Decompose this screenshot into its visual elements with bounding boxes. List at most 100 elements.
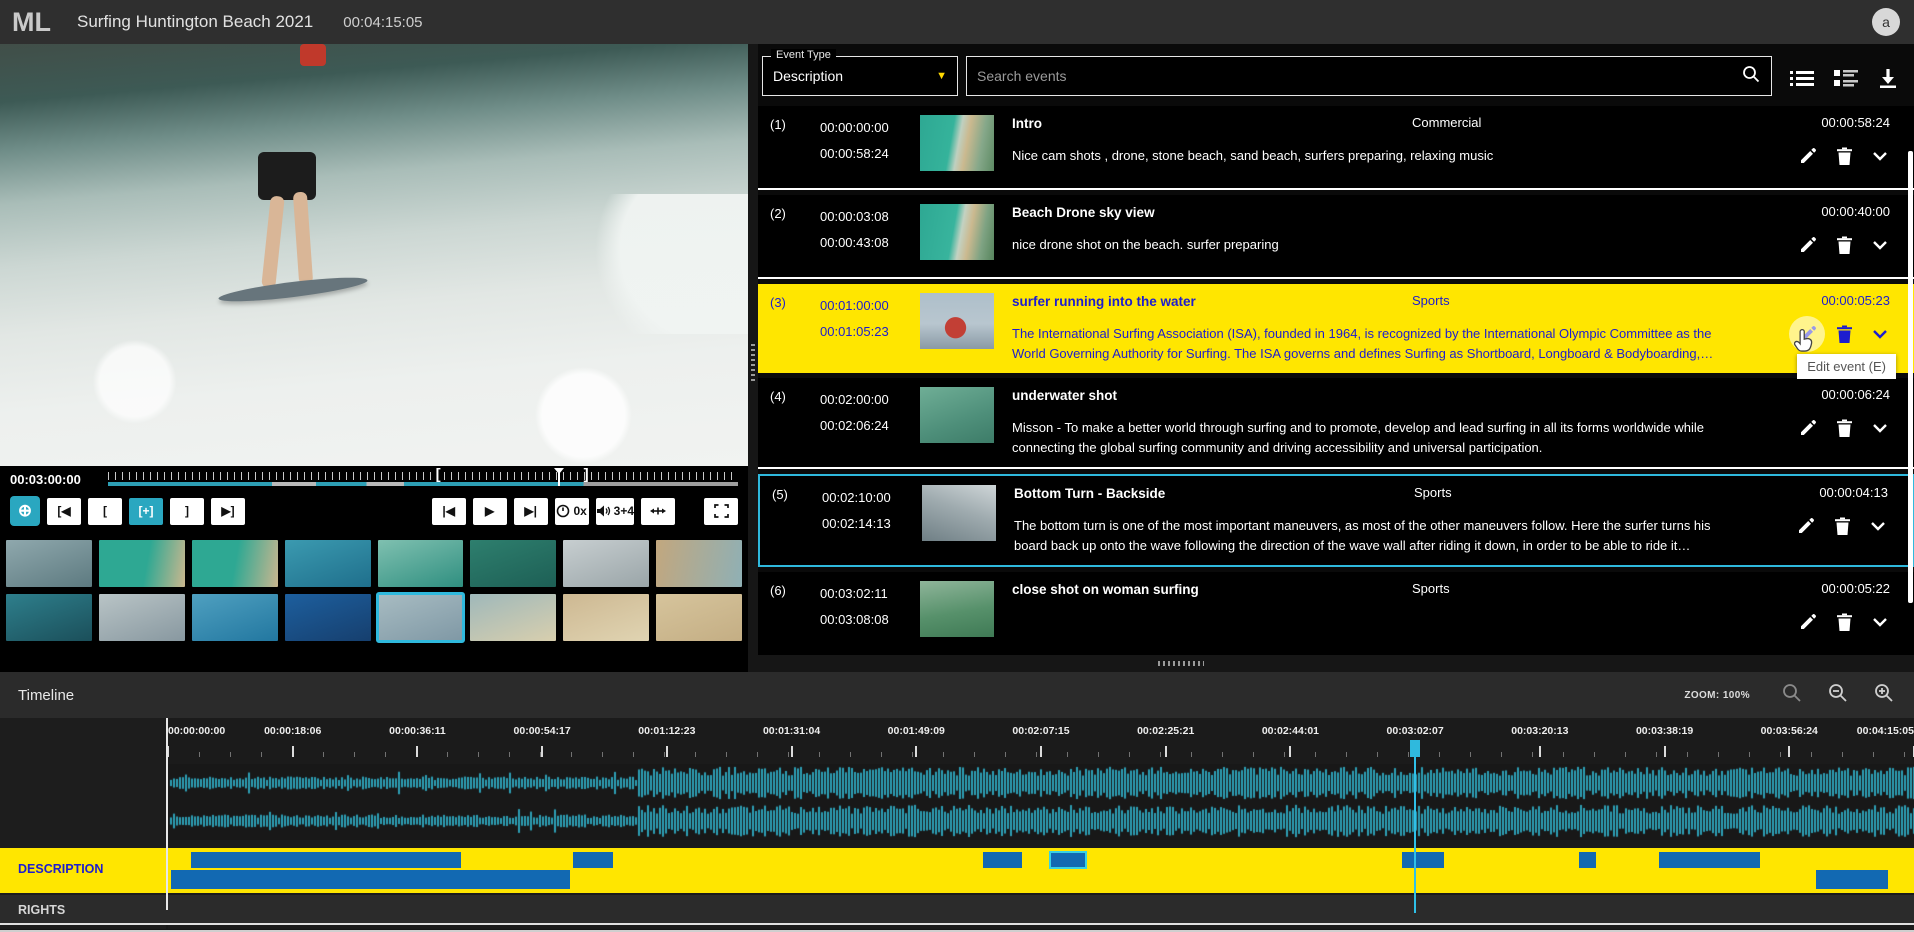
prev-frame-button[interactable]: |◀ [432, 498, 466, 525]
event-thumbnail[interactable] [920, 293, 994, 349]
search-input[interactable] [977, 68, 1741, 84]
zoom-out-icon[interactable] [1828, 683, 1848, 708]
track-rights[interactable]: RIGHTS [0, 895, 1914, 925]
filmstrip-thumbnail[interactable] [192, 594, 278, 641]
event-thumbnail[interactable] [920, 387, 994, 443]
delete-event-button[interactable] [1834, 418, 1854, 438]
audio-waveform[interactable] [168, 764, 1914, 840]
filmstrip-thumbnail[interactable] [470, 594, 556, 641]
filmstrip-thumbnail[interactable] [656, 594, 742, 641]
list-view-icon[interactable] [1790, 68, 1814, 88]
edit-event-button[interactable] [1798, 612, 1818, 632]
filmstrip-thumbnail[interactable] [192, 540, 278, 587]
description-event-bar[interactable] [1816, 870, 1888, 889]
zoom-reset-icon[interactable] [1782, 683, 1802, 708]
delete-event-button[interactable] [1834, 324, 1854, 344]
event-thumbnail[interactable] [920, 204, 994, 260]
go-to-in-button[interactable]: [◀ [47, 498, 81, 525]
description-event-bar[interactable] [1050, 852, 1087, 868]
event-type-dropdown[interactable]: Event Type Description ▼ [762, 56, 958, 96]
filmstrip-thumbnail[interactable] [563, 540, 649, 587]
track-description-label[interactable]: DESCRIPTION [18, 862, 103, 876]
filmstrip-thumbnail[interactable] [99, 540, 185, 587]
delete-event-button[interactable] [1834, 146, 1854, 166]
expand-event-button[interactable] [1870, 146, 1890, 166]
zoom-in-icon[interactable] [1874, 683, 1894, 708]
event-end-time: 00:01:05:23 [820, 319, 920, 345]
filmstrip-thumbnail[interactable] [656, 540, 742, 587]
expand-event-button[interactable] [1870, 418, 1890, 438]
filmstrip-thumbnail[interactable] [378, 540, 464, 587]
search-box[interactable] [966, 56, 1772, 96]
description-event-bar[interactable] [1402, 852, 1444, 868]
expand-event-button[interactable] [1870, 324, 1890, 344]
edit-event-button[interactable] [1798, 146, 1818, 166]
in-point-marker[interactable]: [ [436, 466, 441, 483]
vertical-splitter[interactable] [748, 44, 758, 672]
timeline-ruler[interactable]: 00:00:00:0000:00:18:0600:00:36:1100:00:5… [168, 718, 1914, 762]
filmstrip-thumbnail[interactable] [285, 540, 371, 587]
event-row[interactable]: (5) 00:02:10:00 00:02:14:13 Bottom Turn … [758, 474, 1914, 567]
event-row[interactable]: (1) 00:00:00:00 00:00:58:24 Intro Commer… [758, 106, 1914, 190]
event-thumbnail[interactable] [922, 485, 996, 541]
set-in-button[interactable]: [ [88, 498, 122, 525]
speed-button[interactable]: 0x [555, 498, 589, 525]
delete-event-button[interactable] [1834, 612, 1854, 632]
event-description: nice drone shot on the beach. surfer pre… [1012, 235, 1748, 255]
filmstrip-thumbnail[interactable] [378, 594, 464, 641]
expand-event-button[interactable] [1868, 516, 1888, 536]
event-thumbnail[interactable] [920, 115, 994, 171]
description-event-bar[interactable] [573, 852, 613, 868]
player-playhead[interactable] [558, 470, 560, 486]
timeline-playhead[interactable] [1414, 742, 1416, 913]
filmstrip-thumbnail[interactable] [285, 594, 371, 641]
filmstrip-thumbnail[interactable] [6, 540, 92, 587]
go-to-out-button[interactable]: ▶] [211, 498, 245, 525]
user-avatar[interactable]: a [1872, 8, 1900, 36]
description-event-bar[interactable] [983, 852, 1021, 868]
description-event-bar[interactable] [1659, 852, 1760, 868]
download-icon[interactable] [1878, 68, 1898, 88]
expand-event-button[interactable] [1870, 612, 1890, 632]
track-description[interactable]: DESCRIPTION [0, 848, 1914, 893]
out-point-marker[interactable]: ] [584, 466, 589, 483]
play-button[interactable]: ▶ [473, 498, 507, 525]
event-row[interactable]: (2) 00:00:03:08 00:00:43:08 Beach Drone … [758, 195, 1914, 279]
search-icon[interactable] [1741, 64, 1761, 89]
group-view-icon[interactable] [1834, 68, 1858, 88]
pan-button[interactable] [641, 498, 675, 525]
event-row[interactable]: (4) 00:02:00:00 00:02:06:24 underwater s… [758, 378, 1914, 469]
track-rights-label[interactable]: RIGHTS [18, 903, 65, 917]
video-viewport[interactable] [0, 44, 748, 466]
event-category: Sports [1414, 485, 1452, 500]
filmstrip-thumbnail[interactable] [99, 594, 185, 641]
event-row[interactable]: (6) 00:03:02:11 00:03:08:08 close shot o… [758, 572, 1914, 655]
cursor-hand-icon [1794, 328, 1816, 359]
filmstrip-thumbnail[interactable] [6, 594, 92, 641]
edit-event-button[interactable] [1798, 235, 1818, 255]
delete-event-button[interactable] [1832, 516, 1852, 536]
description-event-bar[interactable] [171, 870, 569, 889]
filmstrip-thumbnail[interactable] [563, 594, 649, 641]
add-event-button[interactable]: ⊕ [10, 496, 40, 526]
audio-channels-button[interactable]: 3+4 [596, 498, 634, 525]
expand-event-button[interactable] [1870, 235, 1890, 255]
set-out-button[interactable]: ] [170, 498, 204, 525]
add-marker-button[interactable]: [+] [129, 498, 163, 525]
playhead-handle[interactable] [1410, 740, 1420, 757]
player-scrubber[interactable]: [ ] [108, 469, 738, 489]
fullscreen-button[interactable] [704, 498, 738, 525]
next-frame-button[interactable]: ▶| [514, 498, 548, 525]
description-event-bar[interactable] [1579, 852, 1596, 868]
event-row[interactable]: (3) 00:01:00:00 00:01:05:23 surfer runni… [758, 284, 1914, 373]
horizontal-splitter[interactable] [758, 655, 1914, 672]
edit-event-button[interactable] [1796, 516, 1816, 536]
event-list-scrollbar[interactable] [1908, 151, 1913, 603]
edit-event-button[interactable] [1798, 418, 1818, 438]
delete-event-button[interactable] [1834, 235, 1854, 255]
player-progress-bar[interactable] [108, 482, 738, 486]
project-duration: 00:04:15:05 [343, 14, 422, 31]
description-event-bar[interactable] [191, 852, 462, 868]
filmstrip-thumbnail[interactable] [470, 540, 556, 587]
event-thumbnail[interactable] [920, 581, 994, 637]
